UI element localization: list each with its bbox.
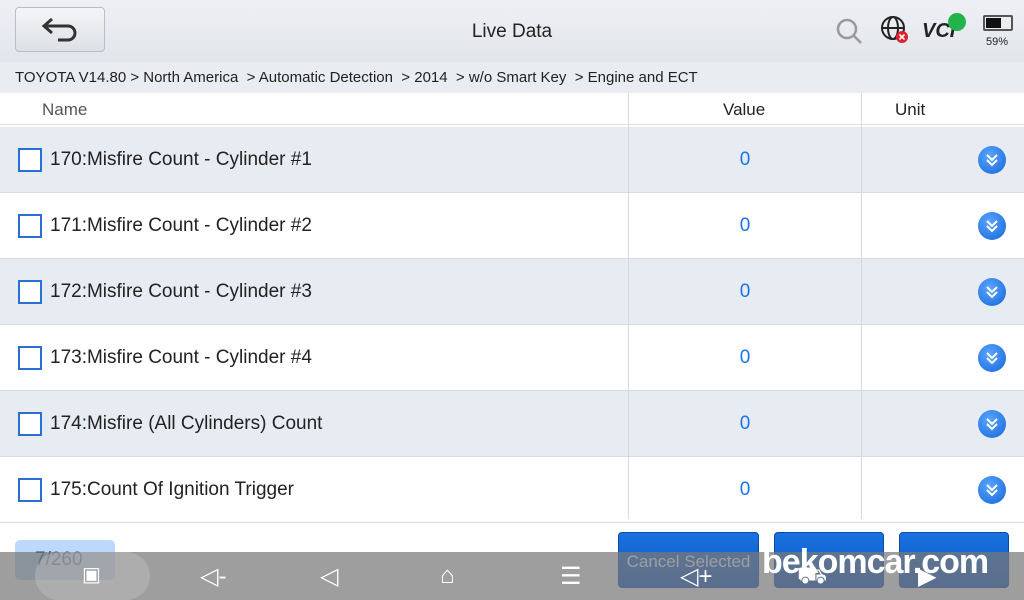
expand-button[interactable] [978, 212, 1006, 240]
table-row[interactable]: 174:Misfire (All Cylinders) Count 0 [0, 391, 1024, 457]
battery-icon [983, 15, 1013, 31]
nav-menu-icon[interactable]: ☰ [560, 562, 582, 591]
expand-button[interactable] [978, 278, 1006, 306]
nav-home-icon[interactable]: ⌂ [440, 562, 455, 590]
column-unit: Unit [895, 100, 926, 119]
top-bar: Live Data VCI 59% [0, 0, 1024, 62]
column-divider [861, 93, 862, 519]
screenshot-icon[interactable]: ▣ [82, 562, 101, 587]
column-divider [628, 93, 629, 519]
row-checkbox[interactable] [18, 346, 42, 370]
row-checkbox[interactable] [18, 148, 42, 172]
row-name: 174:Misfire (All Cylinders) Count [50, 413, 323, 434]
row-value: 0 [739, 149, 751, 170]
page-title: Live Data [471, 21, 553, 42]
row-checkbox[interactable] [18, 478, 42, 502]
double-chevron-down-icon [986, 220, 998, 233]
row-checkbox[interactable] [18, 280, 42, 304]
volume-up-icon[interactable]: ◁+ [680, 562, 712, 591]
double-chevron-down-icon [986, 286, 998, 299]
expand-button[interactable] [978, 146, 1006, 174]
table-row[interactable]: 173:Misfire Count - Cylinder #4 0 [0, 325, 1024, 391]
battery-percent: 59% [986, 36, 1009, 48]
table-row[interactable]: 172:Misfire Count - Cylinder #3 0 [0, 259, 1024, 325]
volume-down-icon[interactable]: ◁- [200, 562, 226, 591]
watermark: bekomcar.com [762, 543, 989, 581]
row-checkbox[interactable] [18, 214, 42, 238]
double-chevron-down-icon [986, 352, 998, 365]
breadcrumb: TOYOTA V14.80 > North America > Automati… [0, 62, 1024, 93]
column-value: Value [723, 100, 766, 119]
row-value: 0 [739, 281, 751, 302]
row-value: 0 [739, 215, 751, 236]
table-row[interactable]: 170:Misfire Count - Cylinder #1 0 [0, 127, 1024, 193]
network-globe-error-icon[interactable] [880, 15, 910, 45]
table-row[interactable]: 171:Misfire Count - Cylinder #2 0 [0, 193, 1024, 259]
row-checkbox[interactable] [18, 412, 42, 436]
double-chevron-down-icon [986, 484, 998, 497]
row-name: 172:Misfire Count - Cylinder #3 [50, 281, 312, 302]
vci-wifi-icon[interactable]: VCI [922, 13, 966, 43]
search-icon[interactable] [835, 17, 863, 45]
table-header: Name Value Unit [0, 93, 1024, 125]
double-chevron-down-icon [986, 154, 998, 167]
row-value: 0 [739, 347, 751, 368]
row-name: 175:Count Of Ignition Trigger [50, 479, 294, 500]
double-chevron-down-icon [986, 418, 998, 431]
row-name: 170:Misfire Count - Cylinder #1 [50, 149, 312, 170]
row-name: 171:Misfire Count - Cylinder #2 [50, 215, 312, 236]
expand-button[interactable] [978, 476, 1006, 504]
row-value: 0 [739, 413, 751, 434]
row-value: 0 [739, 479, 751, 500]
expand-button[interactable] [978, 410, 1006, 438]
expand-button[interactable] [978, 344, 1006, 372]
nav-back-icon[interactable]: ◁ [320, 562, 338, 591]
row-name: 173:Misfire Count - Cylinder #4 [50, 347, 312, 368]
column-name: Name [42, 100, 88, 119]
table-row[interactable]: 175:Count Of Ignition Trigger 0 [0, 457, 1024, 523]
